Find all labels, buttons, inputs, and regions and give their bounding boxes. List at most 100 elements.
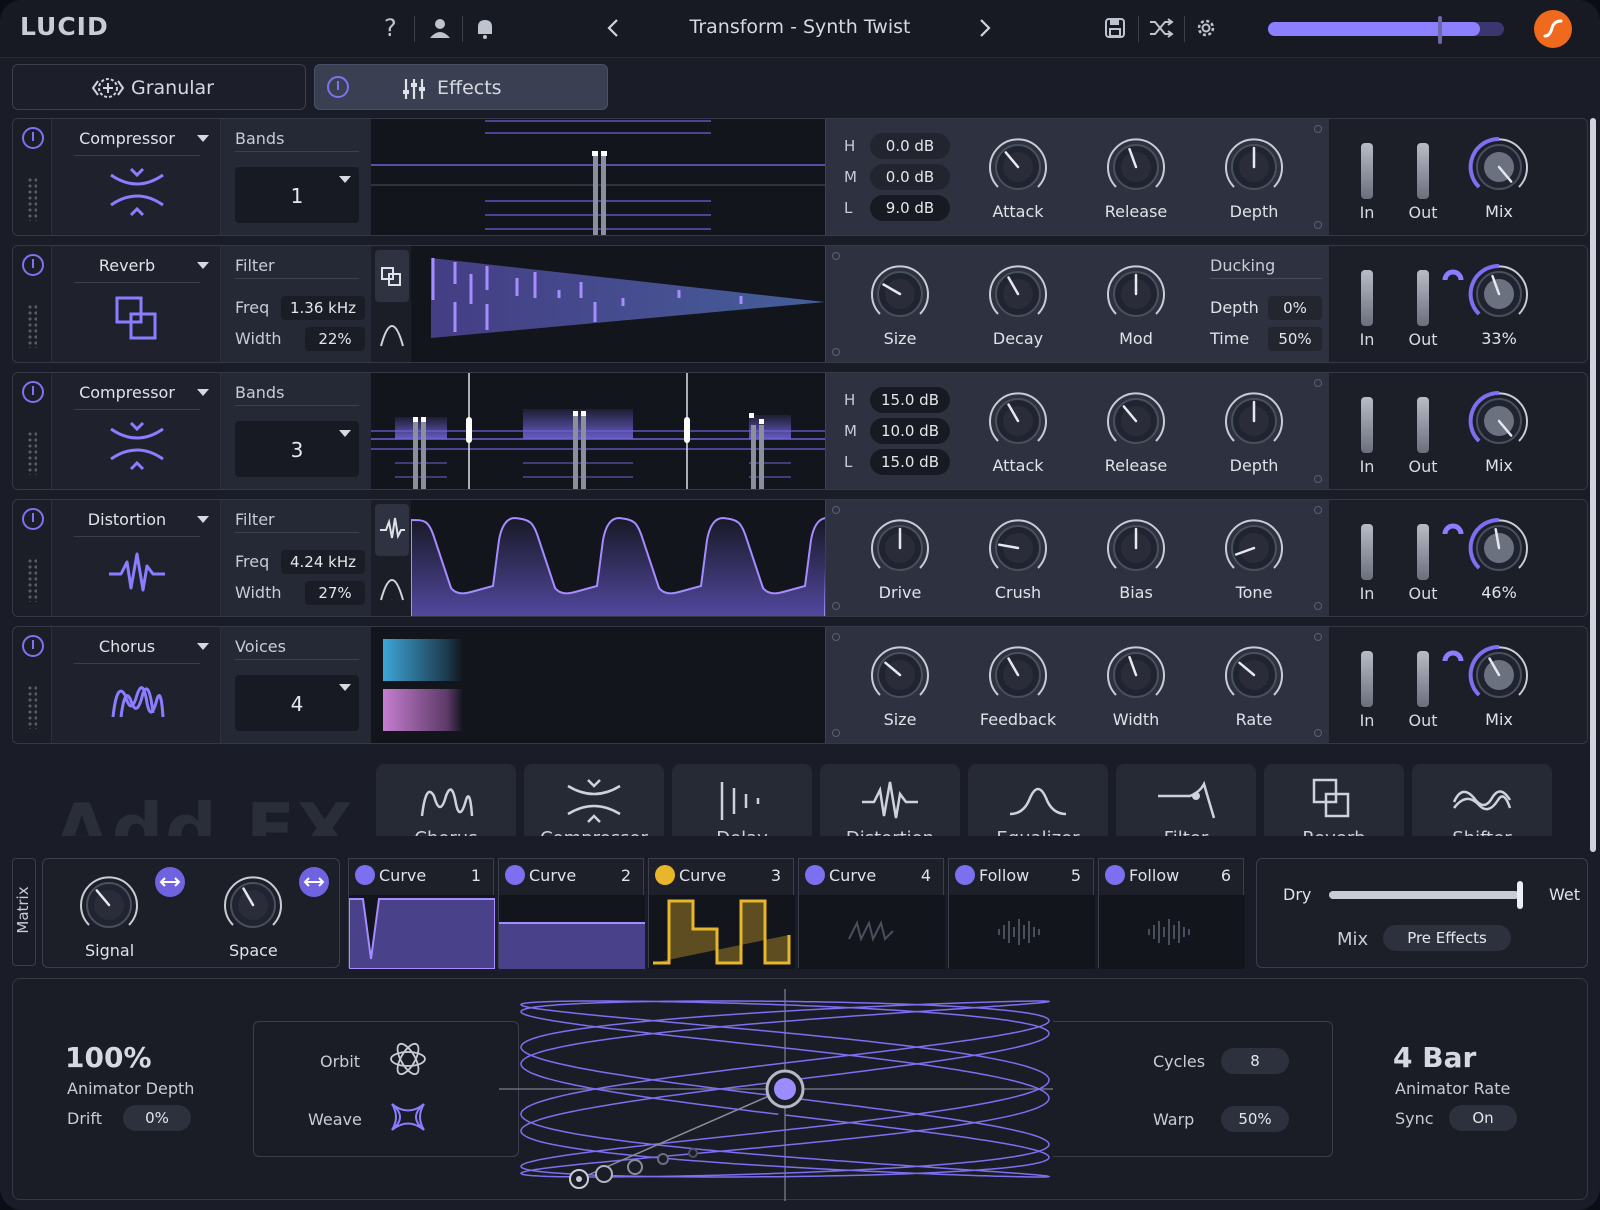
add-chorus-button[interactable]: Chorus: [376, 764, 516, 836]
freq-value[interactable]: 1.36 kHz: [281, 296, 365, 320]
power-icon[interactable]: [22, 127, 44, 149]
mix-knob[interactable]: [1467, 262, 1531, 326]
lfo-source-icon[interactable]: [1105, 865, 1125, 885]
out-meter[interactable]: [1417, 524, 1429, 580]
save-icon[interactable]: [1104, 17, 1126, 44]
band-m-value[interactable]: 10.0 dB: [870, 418, 950, 444]
scrollbar[interactable]: [1590, 118, 1596, 852]
modulation-link-icon[interactable]: [1441, 262, 1465, 284]
release-knob[interactable]: [1104, 389, 1168, 453]
add-equalizer-button[interactable]: Equalizer: [968, 764, 1108, 836]
matrix-tab[interactable]: Matrix: [12, 858, 36, 966]
in-meter[interactable]: [1361, 397, 1373, 453]
power-icon[interactable]: [22, 381, 44, 403]
out-meter[interactable]: [1417, 397, 1429, 453]
band-m-value[interactable]: 0.0 dB: [870, 164, 950, 190]
distortion-filter-button[interactable]: [375, 504, 409, 556]
add-delay-button[interactable]: Delay: [672, 764, 812, 836]
bands-select[interactable]: 3: [235, 421, 359, 477]
add-reverb-button[interactable]: Reverb: [1264, 764, 1404, 836]
drift-value[interactable]: 0%: [123, 1105, 191, 1131]
mod-knob[interactable]: [1104, 262, 1168, 326]
drag-handle-icon[interactable]: [27, 177, 37, 221]
modulation-link-icon[interactable]: [1441, 516, 1465, 538]
fx-type-selector[interactable]: Reverb: [51, 246, 221, 362]
preset-name[interactable]: Transform - Synth Twist: [640, 16, 960, 38]
band-l-value[interactable]: 9.0 dB: [870, 195, 950, 221]
voices-select[interactable]: 4: [235, 675, 359, 731]
link-icon[interactable]: [155, 867, 185, 897]
in-meter[interactable]: [1361, 524, 1373, 580]
help-icon[interactable]: ?: [384, 16, 397, 40]
user-icon[interactable]: [428, 17, 452, 44]
chevron-down-icon[interactable]: [197, 389, 209, 396]
release-knob[interactable]: [1104, 135, 1168, 199]
bell-icon[interactable]: [474, 17, 496, 44]
scrollbar-thumb[interactable]: [1590, 118, 1596, 852]
dry-wet-slider[interactable]: [1329, 881, 1523, 909]
sync-toggle[interactable]: On: [1449, 1105, 1517, 1131]
out-meter[interactable]: [1417, 143, 1429, 199]
animator-xy-display[interactable]: [499, 979, 1085, 1201]
lfo-source-icon[interactable]: [505, 865, 525, 885]
band-h-value[interactable]: 15.0 dB: [870, 387, 950, 413]
bandpass-icon[interactable]: [375, 568, 409, 608]
chevron-down-icon[interactable]: [197, 262, 209, 269]
lfo-slot-6[interactable]: Follow 6: [1098, 858, 1245, 969]
in-meter[interactable]: [1361, 270, 1373, 326]
decay-knob[interactable]: [986, 262, 1050, 326]
weave-icon[interactable]: [388, 1100, 428, 1134]
drive-knob[interactable]: [868, 516, 932, 580]
power-icon[interactable]: [22, 635, 44, 657]
fx-type-selector[interactable]: Distortion: [51, 500, 221, 616]
width-value[interactable]: 27%: [305, 581, 365, 605]
add-distortion-button[interactable]: Distortion: [820, 764, 960, 836]
brand-icon[interactable]: [1534, 10, 1572, 48]
bands-select[interactable]: 1: [235, 167, 359, 223]
reverb-filter-button[interactable]: [375, 250, 409, 302]
lfo-source-icon[interactable]: [955, 865, 975, 885]
drag-handle-icon[interactable]: [27, 558, 37, 602]
power-icon[interactable]: [22, 508, 44, 530]
ducking-time-value[interactable]: 50%: [1268, 327, 1322, 351]
warp-value[interactable]: 50%: [1221, 1106, 1289, 1132]
orbit-icon[interactable]: [388, 1042, 428, 1076]
size-knob[interactable]: [868, 262, 932, 326]
dry-wet-handle[interactable]: [1517, 881, 1523, 909]
attack-knob[interactable]: [986, 389, 1050, 453]
lfo-source-icon[interactable]: [805, 865, 825, 885]
mix-mode-selector[interactable]: Pre Effects: [1383, 925, 1511, 951]
lfo-source-icon[interactable]: [355, 865, 375, 885]
fx-type-selector[interactable]: Compressor: [51, 373, 221, 489]
ducking-depth-value[interactable]: 0%: [1268, 296, 1322, 320]
width-knob[interactable]: [1104, 643, 1168, 707]
tab-granular[interactable]: Granular: [12, 64, 306, 110]
freq-value[interactable]: 4.24 kHz: [281, 550, 365, 574]
space-knob[interactable]: [221, 873, 285, 937]
link-icon[interactable]: [299, 867, 329, 897]
mix-knob[interactable]: [1467, 135, 1531, 199]
effects-power-icon[interactable]: [327, 76, 349, 98]
out-meter[interactable]: [1417, 270, 1429, 326]
width-value[interactable]: 22%: [305, 327, 365, 351]
power-icon[interactable]: [22, 254, 44, 276]
attack-knob[interactable]: [986, 135, 1050, 199]
next-arrow-icon[interactable]: [978, 17, 992, 44]
depth-knob[interactable]: [1222, 135, 1286, 199]
lfo-source-icon[interactable]: [655, 865, 675, 885]
in-meter[interactable]: [1361, 651, 1373, 707]
chevron-down-icon[interactable]: [197, 643, 209, 650]
gear-icon[interactable]: [1194, 16, 1218, 45]
prev-arrow-icon[interactable]: [606, 17, 620, 44]
lfo-slot-5[interactable]: Follow 5: [948, 858, 1095, 969]
bias-knob[interactable]: [1104, 516, 1168, 580]
rate-knob[interactable]: [1222, 643, 1286, 707]
fx-type-selector[interactable]: Compressor: [51, 119, 221, 235]
band-h-value[interactable]: 0.0 dB: [870, 133, 950, 159]
lfo-slot-3[interactable]: Curve 3: [648, 858, 795, 969]
drag-handle-icon[interactable]: [27, 685, 37, 729]
in-meter[interactable]: [1361, 143, 1373, 199]
chevron-down-icon[interactable]: [197, 135, 209, 142]
drag-handle-icon[interactable]: [27, 304, 37, 348]
add-compressor-button[interactable]: Compressor: [524, 764, 664, 836]
